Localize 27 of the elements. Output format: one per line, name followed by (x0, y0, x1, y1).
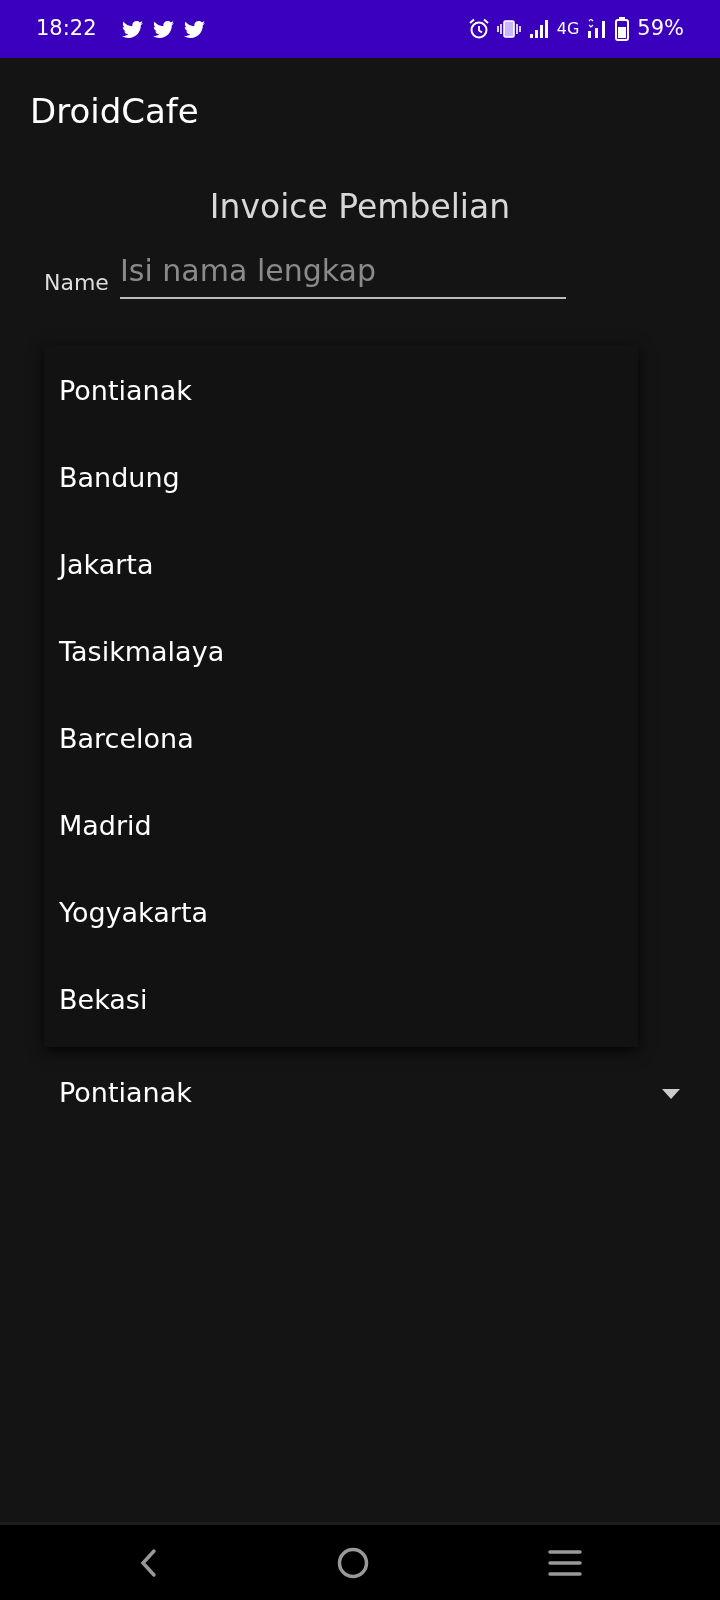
signal-icon (528, 19, 549, 39)
field-label: Name (43, 268, 110, 297)
battery-icon (615, 17, 630, 41)
app-title: DroidCafe (30, 91, 199, 131)
network-type: 4G (556, 18, 580, 40)
menu-item[interactable]: Bandung (44, 438, 638, 525)
form-heading: Invoice Pembelian (209, 187, 511, 226)
menu-icon[interactable] (548, 1548, 583, 1577)
vibrate-icon (496, 19, 521, 39)
signal-icon (587, 19, 608, 39)
bird-icon (120, 18, 144, 40)
dropdown-arrow-icon (662, 1088, 680, 1099)
menu-item[interactable]: Pontianak (44, 351, 638, 438)
name-field[interactable]: Isi nama lengkap (120, 247, 566, 299)
clock-time: 18:22 (36, 15, 97, 43)
bird-icon (151, 18, 175, 40)
menu-item[interactable]: Yogyakarta (44, 873, 638, 960)
menu-item[interactable]: Bekasi (44, 960, 638, 1047)
menu-item[interactable]: Barcelona (44, 699, 638, 786)
bird-icon (182, 18, 206, 40)
menu-item[interactable]: Jakarta (44, 525, 638, 612)
battery-level: 59% (637, 15, 684, 43)
alarm-icon (468, 18, 489, 40)
city-spinner[interactable]: Pontianak (0, 1068, 720, 1119)
home-icon[interactable] (337, 1546, 369, 1579)
menu-item[interactable]: Tasikmalaya (44, 612, 638, 699)
menu-item[interactable]: Madrid (44, 786, 638, 873)
